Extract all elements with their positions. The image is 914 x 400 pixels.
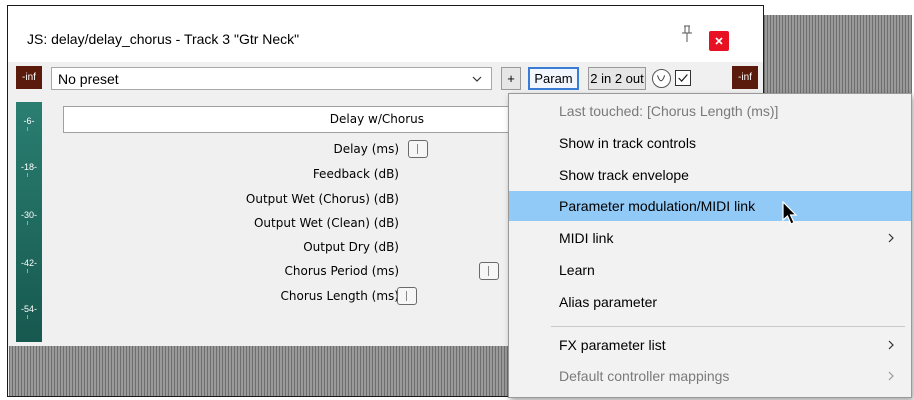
chevron-right-icon	[888, 340, 894, 350]
slider-grip	[406, 291, 407, 301]
chevron-right-icon	[888, 371, 894, 381]
fx-toolbar: -inf No preset + Param 2 in 2 out -inf	[8, 62, 763, 94]
check-icon	[678, 74, 688, 82]
param-label: Output Wet (Chorus) (dB)	[245, 192, 399, 206]
menu-item-label: FX parameter list	[559, 337, 666, 353]
param-label: Chorus Period (ms)	[284, 264, 399, 278]
input-level-readout: -inf	[16, 66, 42, 89]
param-slider-chorus-period[interactable]	[479, 262, 499, 280]
slider-grip	[488, 266, 489, 276]
slider-grip	[417, 144, 418, 154]
chevron-down-icon	[472, 76, 482, 82]
menu-item-default-controller-mappings: Default controller mappings	[509, 361, 911, 391]
pin-io-button[interactable]: 2 in 2 out	[588, 67, 646, 90]
menu-item-label: Alias parameter	[559, 294, 658, 310]
knob-icon	[656, 75, 666, 82]
pin-icon[interactable]	[680, 25, 694, 43]
menu-item-label: Show in track controls	[559, 135, 696, 151]
menu-item-alias-parameter[interactable]: Alias parameter	[509, 287, 911, 317]
meter-tick: -30-	[16, 210, 42, 225]
background-pattern-bottom	[9, 346, 509, 396]
menu-item-label: MIDI link	[559, 230, 614, 246]
param-context-menu: Last touched: [Chorus Length (ms)] Show …	[508, 93, 912, 398]
param-slider-chorus-length[interactable]	[397, 287, 417, 305]
param-button[interactable]: Param	[528, 67, 579, 90]
title-bar[interactable]: JS: delay/delay_chorus - Track 3 "Gtr Ne…	[8, 6, 763, 62]
param-label: Output Wet (Clean) (dB)	[253, 216, 399, 230]
menu-item-fx-parameter-list[interactable]: FX parameter list	[509, 330, 911, 360]
chevron-right-icon	[888, 233, 894, 243]
meter-tick: -54-	[16, 304, 42, 319]
fx-enable-checkbox[interactable]	[675, 70, 691, 86]
menu-item-show-in-track-controls[interactable]: Show in track controls	[509, 128, 911, 158]
plugin-name: Delay w/Chorus	[329, 112, 424, 126]
menu-item-label: Default controller mappings	[559, 368, 730, 384]
menu-item-last-touched: Last touched: [Chorus Length (ms)]	[509, 96, 911, 126]
meter-tick: -18-	[16, 162, 42, 177]
menu-item-parameter-modulation[interactable]: Parameter modulation/MIDI link	[509, 191, 911, 221]
param-slider-delay[interactable]	[408, 140, 428, 158]
meter-tick: -42-	[16, 258, 42, 273]
background-pattern-top	[764, 15, 912, 93]
preset-value: No preset	[58, 71, 119, 87]
close-button[interactable]	[709, 31, 729, 51]
param-label: Delay (ms)	[333, 142, 399, 156]
wet-knob[interactable]	[652, 69, 671, 88]
param-label: Output Dry (dB)	[303, 240, 399, 254]
menu-item-label: Learn	[559, 262, 595, 278]
menu-item-midi-link[interactable]: MIDI link	[509, 223, 911, 253]
mouse-cursor-icon	[782, 201, 798, 225]
close-icon	[715, 37, 723, 45]
menu-item-show-track-envelope[interactable]: Show track envelope	[509, 160, 911, 190]
meter-tick: -6-	[16, 116, 42, 131]
preset-dropdown[interactable]: No preset	[51, 67, 492, 90]
preset-menu-button[interactable]: +	[501, 67, 521, 90]
menu-item-learn[interactable]: Learn	[509, 255, 911, 285]
menu-item-label: Last touched: [Chorus Length (ms)]	[559, 103, 779, 119]
menu-separator	[551, 326, 905, 327]
param-label: Feedback (dB)	[312, 167, 399, 181]
output-level-readout: -inf	[732, 66, 758, 89]
menu-item-label: Show track envelope	[559, 167, 689, 183]
level-meter: -6- -18- -30- -42- -54-	[16, 102, 42, 342]
window-title: JS: delay/delay_chorus - Track 3 "Gtr Ne…	[27, 31, 300, 47]
param-label: Chorus Length (ms)	[280, 289, 399, 303]
menu-item-label: Parameter modulation/MIDI link	[559, 198, 756, 214]
